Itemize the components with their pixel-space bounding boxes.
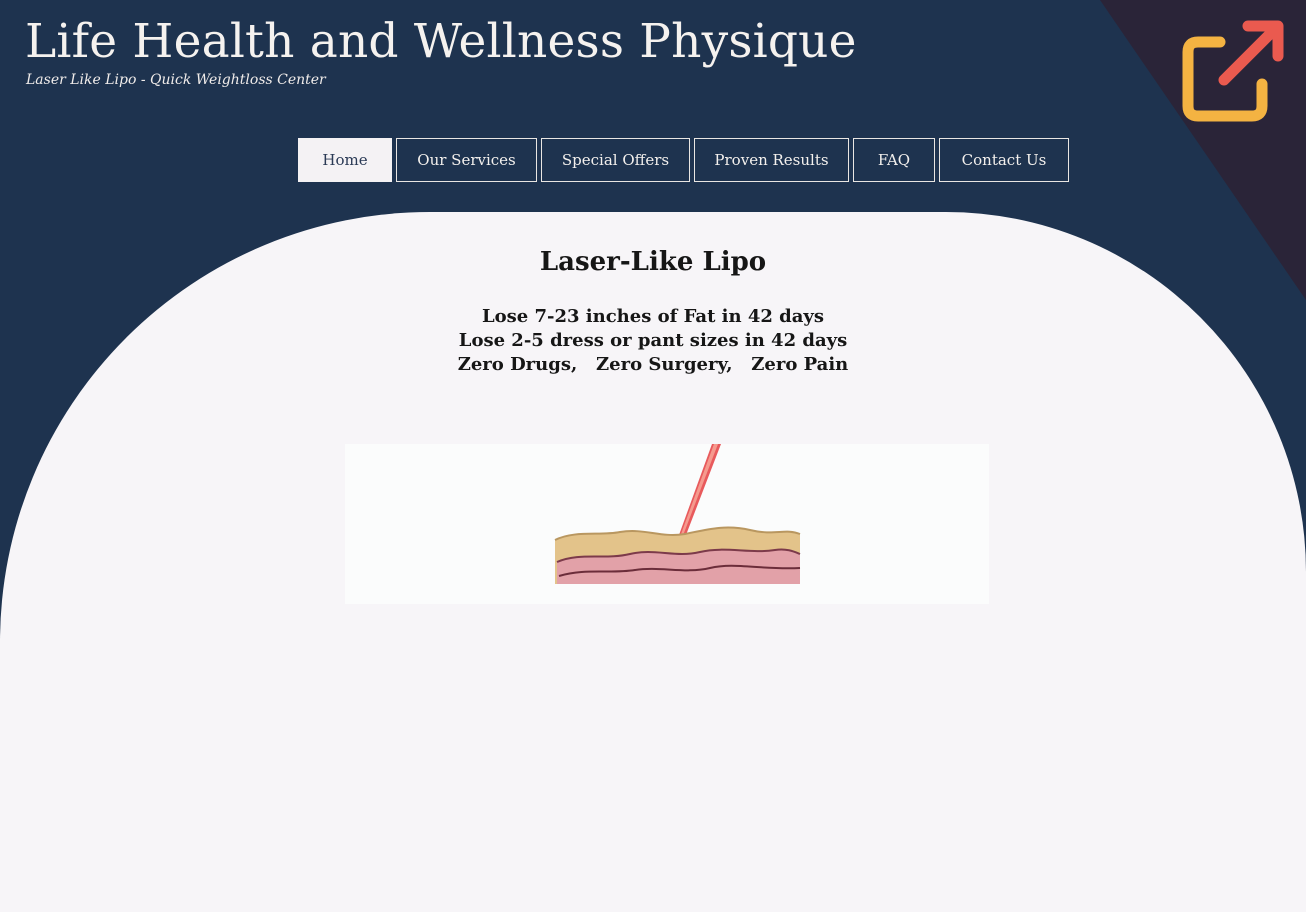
nav-home[interactable]: Home (298, 138, 392, 182)
laser-skin-illustration (345, 444, 989, 604)
benefit-line-inches: Lose 7-23 inches of Fat in 42 days (481, 306, 825, 327)
benefit-line-zero: Zero Drugs, Zero Surgery, Zero Pain (457, 354, 849, 375)
site-title[interactable]: Life Health and Wellness Physique (25, 14, 857, 70)
content-heading: Laser-Like Lipo (539, 247, 767, 277)
external-link-icon (1182, 20, 1284, 122)
site-tagline: Laser Like Lipo - Quick Weightloss Cente… (26, 72, 326, 88)
external-link-button[interactable] (1180, 16, 1290, 126)
main-nav: Home Our Services Special Offers Proven … (298, 138, 1069, 182)
nav-special-offers[interactable]: Special Offers (541, 138, 690, 182)
site-header: Life Health and Wellness Physique Laser … (25, 14, 857, 88)
nav-our-services[interactable]: Our Services (396, 138, 537, 182)
nav-proven-results[interactable]: Proven Results (694, 138, 849, 182)
nav-faq[interactable]: FAQ (853, 138, 935, 182)
nav-contact-us[interactable]: Contact Us (939, 138, 1069, 182)
benefit-line-sizes: Lose 2-5 dress or pant sizes in 42 days (458, 330, 848, 351)
content-benefits: Lose 7-23 inches of Fat in 42 days Lose … (0, 305, 1306, 377)
